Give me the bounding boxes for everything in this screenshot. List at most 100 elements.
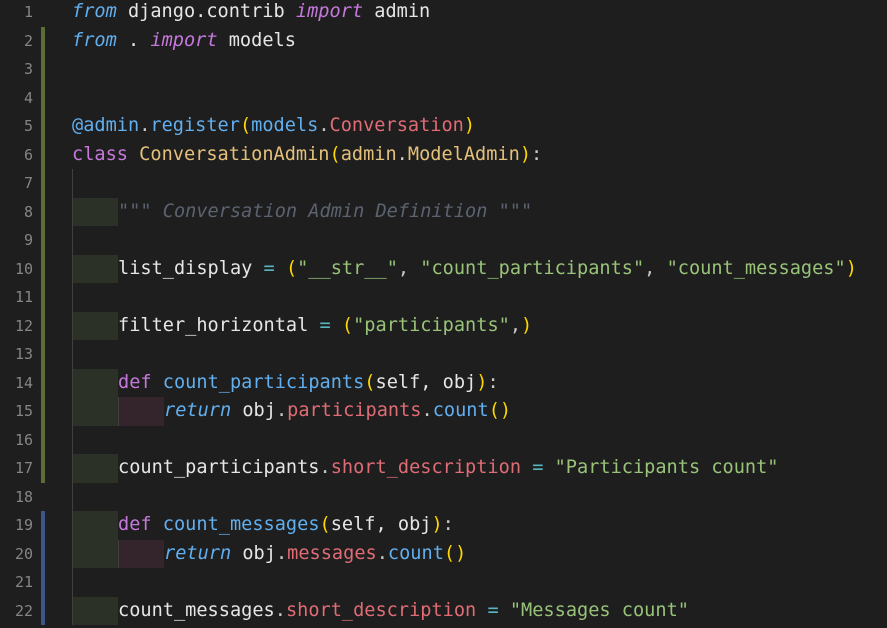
code-line[interactable]: 20 return obj.messages.count()	[0, 539, 887, 569]
paren: )	[476, 371, 488, 393]
punctuation: .	[139, 115, 151, 136]
punctuation: .	[274, 599, 286, 621]
line-number: 11	[14, 288, 33, 306]
punctuation: ,	[509, 314, 522, 336]
code-line[interactable]: 13	[0, 340, 887, 369]
code-line[interactable]: 14 def count_participants(self, obj):	[0, 368, 887, 398]
line-number: 6	[23, 145, 33, 164]
code-line[interactable]: 1 from django.contrib import admin	[0, 0, 887, 27]
code-line[interactable]: 19 def count_messages(self, obj):	[0, 511, 887, 540]
code-line[interactable]: 21	[0, 568, 887, 597]
string: "count_messages"	[666, 257, 846, 279]
diff-marker	[41, 112, 45, 141]
string: "__str__"	[297, 257, 398, 279]
code-line[interactable]: 16	[0, 425, 887, 454]
code-line[interactable]: 3	[0, 55, 887, 84]
line-number: 4	[23, 88, 33, 107]
code-text[interactable]: def count_participants(self, obj):	[118, 369, 499, 398]
keyword: import	[150, 29, 218, 51]
keyword: return	[164, 542, 232, 564]
line-number: 18	[14, 487, 33, 506]
indent-guide	[72, 254, 118, 283]
attribute: messages	[287, 542, 377, 564]
keyword: import	[295, 1, 364, 22]
code-line[interactable]: 9	[0, 226, 887, 255]
line-number: 7	[23, 174, 33, 192]
diff-marker	[41, 169, 45, 198]
indent-guide	[72, 169, 73, 198]
indent-guide	[72, 368, 118, 397]
code-line[interactable]: 7	[0, 169, 887, 198]
class-name: ConversationAdmin	[127, 143, 330, 165]
code-text[interactable]: return obj.participants.count()	[164, 397, 511, 426]
parameters: self, obj	[375, 371, 477, 393]
code-text[interactable]: filter_horizontal = ("participants",)	[118, 312, 532, 341]
docstring: """ Conversation Admin Definition """	[118, 200, 533, 222]
variable: filter_horizontal	[118, 314, 309, 336]
diff-marker	[41, 26, 45, 55]
diff-marker	[41, 397, 45, 426]
code-line[interactable]: 12 filter_horizontal = ("participants",)	[0, 311, 887, 341]
line-number: 12	[14, 316, 33, 335]
code-line[interactable]: 11	[0, 283, 887, 312]
line-number: 2	[23, 31, 33, 50]
code-line[interactable]: 6 class ConversationAdmin(admin.ModelAdm…	[0, 140, 887, 170]
code-line[interactable]: 17 count_participants.short_description …	[0, 454, 887, 483]
attribute: Conversation	[329, 115, 464, 136]
diff-marker	[41, 226, 45, 255]
code-line[interactable]: 15 return obj.participants.count()	[0, 397, 887, 426]
line-number: 15	[14, 402, 33, 420]
indent-guide	[118, 397, 164, 426]
indent-guide	[72, 568, 73, 597]
diff-marker	[41, 425, 45, 454]
punctuation: .	[396, 143, 408, 165]
code-text[interactable]: count_participants.short_description = "…	[118, 454, 779, 483]
indent-guide	[118, 539, 164, 568]
code-line[interactable]: 4	[0, 83, 887, 112]
punctuation: .	[376, 542, 388, 564]
indent-guide	[72, 226, 73, 255]
diff-marker	[41, 454, 45, 483]
paren: )	[519, 143, 532, 165]
decorator-at: @	[72, 115, 84, 136]
diff-marker	[41, 83, 45, 112]
line-number: 19	[14, 516, 33, 534]
variable: list_display	[118, 257, 253, 279]
code-text[interactable]: class ConversationAdmin(admin.ModelAdmin…	[72, 141, 542, 170]
code-text[interactable]: from django.contrib import admin	[72, 0, 430, 27]
code-line[interactable]: 5 @admin.register(models.Conversation)	[0, 112, 887, 141]
code-text[interactable]: @admin.register(models.Conversation)	[72, 112, 475, 141]
diff-marker	[41, 340, 45, 369]
diff-marker	[41, 511, 45, 540]
punctuation: :	[442, 514, 454, 535]
keyword: def	[118, 371, 152, 393]
identifier: models	[217, 29, 296, 51]
code-line[interactable]: 22 count_messages.short_description = "M…	[0, 596, 887, 626]
keyword: def	[118, 514, 152, 535]
code-text[interactable]: """ Conversation Admin Definition """	[118, 198, 532, 227]
diff-marker	[41, 254, 45, 283]
code-text[interactable]: def count_messages(self, obj):	[118, 511, 454, 540]
punctuation: .	[275, 400, 288, 421]
attribute: short_description	[330, 457, 522, 478]
diff-marker	[41, 368, 45, 397]
code-line[interactable]: 10 list_display = ("__str__", "count_par…	[0, 254, 887, 284]
paren: ()	[488, 400, 512, 421]
code-line[interactable]: 18	[0, 482, 887, 511]
code-editor[interactable]: 1 from django.contrib import admin 2 fro…	[0, 0, 887, 628]
indent-guide	[72, 197, 118, 226]
string: "Messages count"	[509, 599, 689, 621]
code-line[interactable]: 8 """ Conversation Admin Definition """	[0, 197, 887, 227]
code-line[interactable]: 2 from . import models	[0, 26, 887, 56]
code-text[interactable]: from . import models	[72, 27, 296, 56]
string: "count_participants"	[420, 257, 645, 279]
function-name: count_participants	[151, 371, 365, 393]
code-text[interactable]: return obj.messages.count()	[164, 540, 466, 569]
punctuation: ,	[644, 257, 667, 279]
code-text[interactable]: count_messages.short_description = "Mess…	[118, 597, 689, 626]
identifier: count_participants	[118, 457, 320, 478]
keyword: from	[72, 1, 117, 22]
module-name: django.contrib	[116, 1, 296, 22]
code-text[interactable]: list_display = ("__str__", "count_partic…	[118, 255, 857, 284]
operator: =	[252, 257, 286, 279]
